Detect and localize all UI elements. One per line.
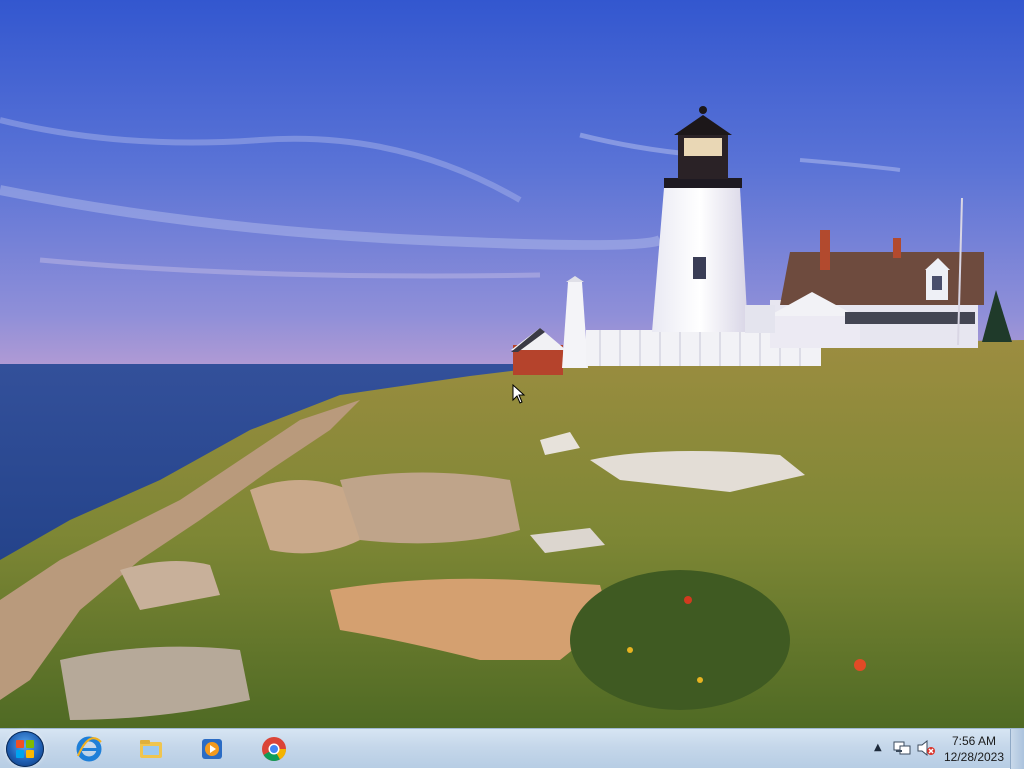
mouse-pointer-icon (512, 384, 526, 404)
network-icon[interactable] (893, 740, 911, 756)
taskbar: ▲ 7:56 AM 12/28/2023 (0, 728, 1024, 769)
wallpaper-image (0, 0, 1024, 728)
volume-muted-icon[interactable] (917, 740, 935, 756)
taskbar-clock[interactable]: 7:56 AM 12/28/2023 (939, 733, 1009, 765)
taskbar-app-windows-explorer[interactable] (127, 731, 175, 767)
show-desktop-button[interactable] (1010, 729, 1024, 769)
show-hidden-icons-button[interactable]: ▲ (874, 742, 882, 753)
internet-explorer-icon (76, 736, 102, 762)
taskbar-app-internet-explorer[interactable] (65, 731, 113, 767)
desktop-wallpaper[interactable] (0, 0, 1024, 728)
folder-icon (140, 740, 162, 758)
media-player-icon (202, 739, 222, 759)
taskbar-app-media-player[interactable] (188, 731, 236, 767)
clock-date: 12/28/2023 (943, 750, 1005, 764)
taskbar-app-chrome[interactable] (250, 731, 298, 767)
chrome-icon (262, 737, 286, 762)
clock-time: 7:56 AM (951, 734, 997, 748)
start-button[interactable] (6, 731, 44, 767)
windows-logo-icon (16, 740, 34, 758)
